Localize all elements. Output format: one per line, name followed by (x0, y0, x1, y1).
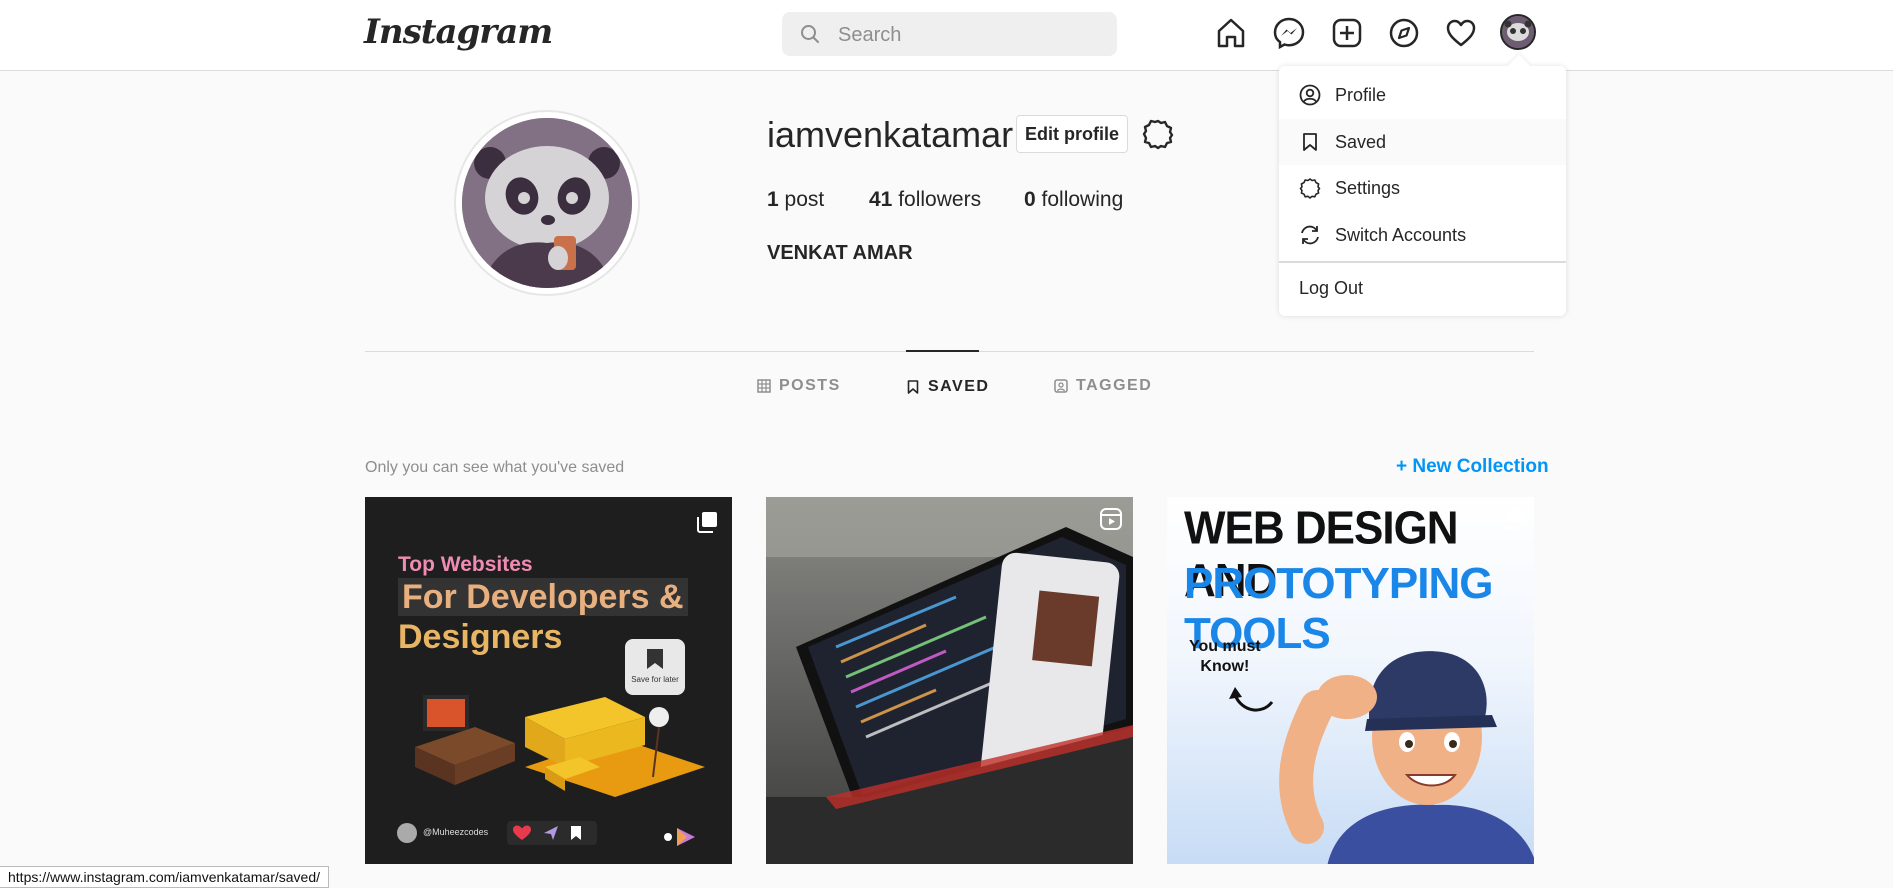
tab-saved-label: SAVED (928, 378, 990, 395)
profile-avatar-menu[interactable] (1500, 14, 1536, 50)
carousel-icon (1502, 507, 1524, 529)
profile-full-name: VENKAT AMAR (767, 242, 913, 264)
tile-big-line2: Designers (398, 618, 563, 656)
saved-privacy-note: Only you can see what you've saved (365, 459, 625, 476)
tab-tagged[interactable]: TAGGED (1054, 351, 1152, 421)
new-collection-link[interactable]: + New Collection (1396, 456, 1549, 478)
menu-item-switch-accounts[interactable]: Switch Accounts (1279, 212, 1566, 258)
followers-label: followers (898, 188, 982, 211)
posts-stat[interactable]: 1 post (767, 188, 824, 212)
switch-icon (1299, 224, 1321, 246)
author-avatar (397, 823, 417, 843)
search-box[interactable] (782, 12, 1117, 58)
tile-big-line1: For Developers & (398, 578, 688, 616)
brand-logo-icon (664, 828, 695, 846)
tile-small-title: Top Websites (398, 553, 533, 576)
menu-item-label: Profile (1335, 84, 1387, 105)
must-know-line2: Know! (1200, 658, 1250, 675)
top-navigation: Instagram (0, 0, 1893, 71)
menu-item-label: Saved (1335, 131, 1387, 152)
search-icon (800, 24, 820, 44)
browser-status-url: https://www.instagram.com/iamvenkatamar/… (0, 866, 330, 888)
activity-heart-icon[interactable] (1444, 16, 1478, 50)
tab-tagged-label: TAGGED (1076, 377, 1153, 394)
menu-item-logout[interactable]: Log Out (1299, 278, 1363, 299)
settings-gear-icon[interactable] (1142, 118, 1174, 150)
search-input[interactable] (836, 12, 1100, 58)
posts-count: 1 (767, 188, 779, 211)
grid-icon (757, 379, 771, 393)
menu-item-label: Settings (1335, 177, 1401, 198)
bookmark-icon (906, 380, 920, 394)
tab-posts-label: POSTS (779, 377, 841, 394)
tab-saved[interactable]: SAVED (906, 350, 988, 422)
following-count: 0 (1024, 188, 1036, 211)
reels-icon (1099, 507, 1123, 531)
home-icon[interactable] (1214, 16, 1248, 50)
profile-username: iamvenkatamar (767, 114, 1014, 155)
tab-posts[interactable]: POSTS (757, 351, 841, 421)
profile-picture[interactable] (454, 110, 640, 296)
edit-profile-button[interactable]: Edit profile (1016, 115, 1128, 153)
instagram-logo[interactable]: Instagram (364, 12, 553, 52)
following-stat[interactable]: 0 following (1024, 188, 1123, 212)
followers-count: 41 (869, 188, 893, 211)
tile-author-handle: @Muheezcodes (423, 827, 489, 837)
tagged-icon (1054, 379, 1068, 393)
settings-icon (1299, 177, 1321, 199)
new-post-icon[interactable] (1330, 16, 1364, 50)
saved-reel-tile[interactable] (766, 497, 1133, 864)
menu-item-settings[interactable]: Settings (1279, 165, 1566, 211)
tile-action-bar (507, 821, 597, 845)
following-label: following (1041, 188, 1124, 211)
menu-divider (1279, 261, 1566, 263)
laptop-photo (766, 497, 1133, 864)
explore-icon[interactable] (1387, 16, 1421, 50)
cartoon-man-illustration (1279, 651, 1534, 864)
followers-stat[interactable]: 41 followers (869, 188, 981, 212)
account-dropdown-menu: Profile Saved Settings Switch Accounts L… (1279, 54, 1566, 316)
profile-icon (1299, 84, 1321, 106)
messenger-icon[interactable] (1272, 16, 1306, 50)
menu-item-label: Switch Accounts (1335, 224, 1467, 245)
menu-item-saved[interactable]: Saved (1279, 119, 1566, 165)
saved-post-tile[interactable]: Top Websites For Developers & Designers … (365, 497, 732, 864)
saved-post-tile[interactable]: WEB DESIGN AND PROTOTYPING TOOLS You mus… (1167, 497, 1534, 864)
furniture-illustration (415, 695, 705, 797)
posts-label: post (784, 188, 825, 211)
bookmark-icon (1299, 131, 1321, 153)
menu-item-profile[interactable]: Profile (1279, 72, 1566, 118)
carousel-icon (696, 511, 718, 533)
